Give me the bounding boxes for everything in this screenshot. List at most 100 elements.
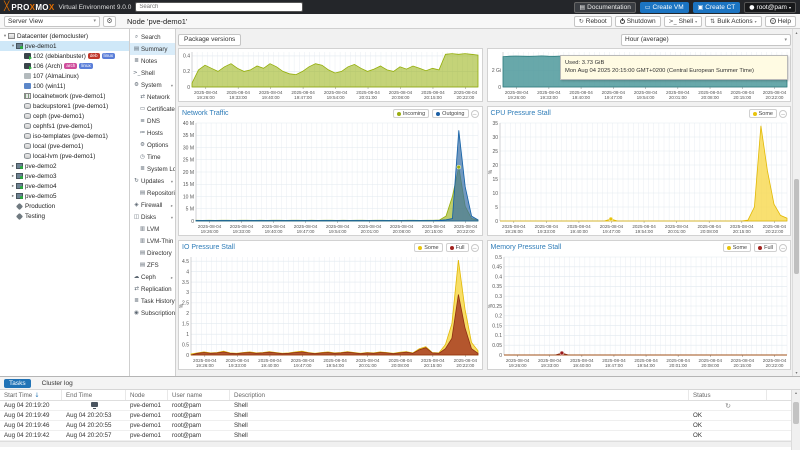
user-menu-button[interactable]: ● root@pam ▾ [744,1,796,13]
tab-cluster-log[interactable]: Cluster log [37,379,78,388]
tree-item-cephfs1[interactable]: cephfs1 (pve-demo1) [0,121,129,131]
tree-item-ceph[interactable]: ceph (pve-demo1) [0,111,129,121]
tree-item-isotemplates[interactable]: iso-templates (pve-demo1) [0,131,129,141]
menu-item-time[interactable]: ◷ Time [130,151,175,163]
tree-item-pvedemo2[interactable]: ▸ pve-demo2 [0,161,129,171]
menu-item-lvm-thin[interactable]: ▥ LVM-Thin [130,235,175,247]
menu-item-dns[interactable]: ≡ DNS [130,115,175,127]
menu-item-updates[interactable]: ↻ Updates ▾ [130,175,175,187]
menu-item-repositories[interactable]: ▤Repositories [130,187,175,199]
caret-right-icon[interactable]: ▸ [171,275,173,280]
task-row[interactable]: Aug 04 20:19:20pve-demo1root@pamShell↻› [0,401,800,411]
collapse-chart-icon[interactable]: − [470,109,479,118]
menu-item-directory[interactable]: ▤ Directory [130,247,175,259]
network-traffic-chart[interactable]: 05 M 10 M 15 M 20 M 25 M 30 M 35 M 40 M 2025-08-… [179,120,482,235]
tree-item-production[interactable]: Production [0,201,129,211]
column-header-user-name[interactable]: User name [168,390,230,400]
menu-item-zfs[interactable]: ▤ ZFS [130,259,175,271]
menu-item-shell[interactable]: >_ Shell [130,67,175,79]
column-header-status[interactable]: Status [689,390,767,400]
menu-item-system[interactable]: ⚙ System ▾ [130,79,175,91]
menu-item-ceph[interactable]: ☁ Ceph ▸ [130,271,175,283]
menu-item-replication[interactable]: ⇄ Replication [130,283,175,295]
collapse-chart-icon[interactable]: − [470,243,479,252]
menu-item-options[interactable]: ⚙ Options [130,139,175,151]
create-ct-button[interactable]: ▣ Create CT [692,1,741,13]
menu-item-label: Directory [147,249,172,257]
tree-item-100[interactable]: 100 (win11) [0,81,129,91]
cpu-usage-chart[interactable]: 0 0.2 0.4 2025-08-04 19:26:00 2025-08-04 19:33… [179,49,482,101]
view-selector[interactable]: Server View ▾ [4,15,100,27]
tree-item-datacenter[interactable]: ▾ Datacenter (democluster) [0,31,129,41]
caret-down-icon[interactable]: ▾ [171,215,173,220]
tree-settings-button[interactable]: ⚙ [103,15,116,27]
task-row[interactable]: Aug 04 20:19:46 Aug 04 20:20:55 pve-demo1 r… [0,421,800,431]
menu-item-firewall[interactable]: ◈ Firewall ▸ [130,199,175,211]
menu-item-search[interactable]: ⌕ Search [130,31,175,43]
legend-item-incoming[interactable]: Incoming [392,109,430,118]
scroll-up-icon[interactable]: ▴ [793,30,800,35]
content-scrollbar[interactable]: ▴ ▾ [792,29,800,376]
collapse-chart-icon[interactable]: − [779,109,787,118]
menu-item-summary[interactable]: ▤ Summary [130,43,175,55]
task-row[interactable]: Aug 04 20:19:49 Aug 04 20:20:53 pve-demo1 r… [0,411,800,421]
shell-button[interactable]: >_ Shell ▾ [663,15,703,27]
menu-item-notes[interactable]: ≣ Notes [130,55,175,67]
menu-item-network[interactable]: ⇄ Network [130,91,175,103]
tree-item-pvedemo5[interactable]: ▸ pve-demo5 [0,191,129,201]
tree-item-106[interactable]: 106 (Arch) arch linux [0,61,129,71]
caret-down-icon[interactable]: ▾ [171,83,173,88]
scroll-down-icon[interactable]: ▾ [793,370,800,375]
package-versions-button[interactable]: Package versions [178,33,242,46]
legend-item-full[interactable]: Full [754,243,777,252]
scrollbar-thumb[interactable] [793,402,799,424]
caret-down-icon[interactable]: ▾ [171,179,173,184]
create-vm-button[interactable]: ▭ Create VM [639,1,689,13]
menu-item-task-history[interactable]: ≣ Task History [130,295,175,307]
column-header-end-time[interactable]: End Time [62,390,126,400]
menu-item-system-log[interactable]: ≣System Log [130,163,175,175]
tab-tasks[interactable]: Tasks [4,378,31,388]
cpu-pressure-chart[interactable]: 0 5 10 15 20 25 30 35% 2025-08-04 19:26:00 2025-08… [488,120,791,235]
legend-item-some[interactable]: Some [748,109,777,118]
reboot-button[interactable]: ↻ Reboot [573,15,612,27]
menu-item-certificates[interactable]: ▭ Certificates [130,103,175,115]
tree-item-local[interactable]: local (pve-demo1) [0,141,129,151]
menu-item-disks[interactable]: ◫ Disks ▾ [130,211,175,223]
tasks-scrollbar[interactable]: ▴ [791,390,800,450]
legend-item-some[interactable]: Some [722,243,752,252]
column-header-description[interactable]: Description [230,390,689,400]
menu-item-subscription[interactable]: ◉ Subscription [130,307,175,319]
documentation-button[interactable]: ▤ Documentation [574,1,636,13]
tree-item-pvedemo3[interactable]: ▸ pve-demo3 [0,171,129,181]
legend-item-outgoing[interactable]: Outgoing [432,109,469,118]
help-button[interactable]: ? Help [764,15,796,27]
bulk-actions-button[interactable]: ⇅ Bulk Actions ▾ [705,15,762,27]
tree-item-backupstore1[interactable]: backupstore1 (pve-demo1) [0,101,129,111]
timeframe-select[interactable]: Hour (average) ▾ [621,33,791,46]
tree-item-pvedemo4[interactable]: ▸ pve-demo4 [0,181,129,191]
shutdown-button[interactable]: Shutdown [614,15,661,27]
memory-pressure-chart[interactable]: 0 0.05 0.1 0.15 0.2 0.25 0.3 0.35 0.4 0.45 0.5% 202… [488,254,791,369]
menu-item-hosts[interactable]: ≔ Hosts [130,127,175,139]
legend-item-some[interactable]: Some [414,243,443,252]
global-search-input[interactable] [135,2,304,12]
column-header-node[interactable]: Node [126,390,168,400]
tree-item-pvedemo1[interactable]: ▾ pve-demo1 [0,41,129,51]
tree-item-testing[interactable]: Testing [0,211,129,221]
tree-item-102[interactable]: 102 (debianbuster) deb linux [0,51,129,61]
menu-item-lvm[interactable]: ▥ LVM [130,223,175,235]
collapse-chart-icon[interactable]: − [779,243,787,252]
scrollbar-thumb[interactable] [794,179,799,274]
legend-dot [752,111,757,116]
tree-item-locallvm[interactable]: local-lvm (pve-demo1) [0,151,129,161]
column-header-start-time[interactable]: Start Time ↓ [0,390,62,400]
caret-right-icon[interactable]: ▸ [171,203,173,208]
task-row[interactable]: Aug 04 20:19:42 Aug 04 20:20:57 pve-demo1 r… [0,431,800,441]
tree-item-localnetwork[interactable]: localnetwork (pve-demo1) [0,91,129,101]
tree-item-107[interactable]: 107 (AlmaLinux) [0,71,129,81]
legend-item-full[interactable]: Full [445,243,469,252]
svg-text:19:33:00: 19:33:00 [539,95,557,100]
io-pressure-chart[interactable]: 0 0.5 1 1.5 2 2.5 3 3.5 4 4.5% 2025-08-04 19:26:00 2… [179,254,482,369]
scroll-up-icon[interactable]: ▴ [795,390,797,395]
